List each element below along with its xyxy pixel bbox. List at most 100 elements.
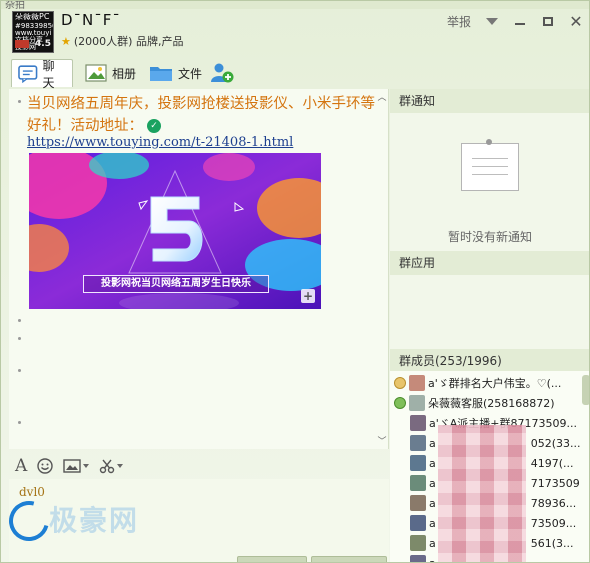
close-button[interactable]: ✕ (569, 12, 583, 31)
send-button[interactable] (311, 556, 387, 562)
photo-icon (85, 64, 107, 82)
input-text: dvl0 (19, 485, 45, 499)
member-name: a (429, 496, 436, 510)
font-button[interactable]: A (15, 456, 27, 476)
message-bullet (18, 421, 21, 424)
promo-banner-image[interactable]: 投影网祝当贝网络五周岁生日快乐 + (29, 153, 321, 309)
expand-image-icon[interactable]: + (301, 289, 315, 303)
qq-group-chat-window: 杂拍 朵薇薇PC #98339856 www.touyi 文档分享 投影网 4.… (0, 0, 590, 563)
board-line (472, 174, 508, 175)
message-input[interactable]: dvl0 极豪网 (1, 479, 389, 562)
avatar-text-line: 朵薇薇PC (15, 13, 50, 21)
message-text: 当贝网络五周年庆，投影网抢楼送投影仪、小米手环等好礼！活动地址： ✓ (27, 93, 377, 137)
apps-header: 群应用 (390, 251, 589, 275)
chat-message-area[interactable]: 当贝网络五周年庆，投影网抢楼送投影仪、小米手环等好礼！活动地址： ✓ https:… (9, 89, 389, 449)
close-chat-button[interactable] (237, 556, 307, 562)
tab-chat[interactable]: 聊天 (11, 59, 73, 90)
chevron-down-icon (83, 464, 90, 468)
board-line (472, 166, 508, 167)
watermark: 极豪网 (49, 504, 140, 537)
minimize-button[interactable] (513, 15, 527, 29)
avatar (409, 395, 425, 411)
avatar-number: 4.5 (35, 39, 51, 49)
message-bullet (18, 369, 21, 372)
avatar-red-badge (15, 40, 29, 48)
message-bullet (18, 337, 21, 340)
owner-icon (394, 377, 406, 389)
member-name: a (429, 456, 436, 470)
tab-album[interactable]: 相册 (79, 59, 142, 87)
board-pin (486, 139, 492, 145)
font-icon: A (15, 456, 28, 476)
message-bullet (18, 100, 21, 103)
tab-bar: 聊天 相册 文件 (1, 57, 589, 90)
members-scrollbar[interactable] (582, 375, 589, 405)
avatar (410, 415, 426, 431)
avatar (410, 535, 426, 551)
close-icon: ✕ (569, 12, 583, 31)
tab-label: 相册 (112, 66, 137, 81)
member-suffix: 561(3... (530, 536, 574, 550)
scroll-down-arrow[interactable]: ﹀ (376, 437, 388, 447)
member-suffix: 78936... (530, 496, 577, 510)
board-line (472, 158, 508, 159)
scissors-icon (100, 459, 115, 474)
tab-label: 文件 (178, 66, 203, 81)
maximize-button[interactable] (541, 15, 555, 29)
group-meta-text: (2000人群) 品牌,产品 (73, 35, 184, 48)
emoji-button[interactable] (37, 458, 53, 474)
screenshot-button[interactable] (99, 458, 124, 474)
title-bar: 朵薇薇PC #98339856 www.touyi 文档分享 投影网 4.5 D… (1, 7, 589, 57)
member-name: a (429, 516, 436, 530)
members-header: 群成员(253/1996) (390, 349, 589, 373)
notice-header: 群通知 (390, 89, 589, 113)
activity-link[interactable]: https://www.touying.com/t-21408-1.html (27, 135, 293, 150)
add-member-icon (211, 63, 234, 83)
member-name: a (429, 536, 436, 550)
banner-caption: 投影网祝当贝网络五周岁生日快乐 (83, 275, 269, 293)
member-row[interactable]: 朵薇薇客服(258168872) (390, 393, 580, 413)
chevron-down-icon (117, 464, 124, 468)
mosaic-blur-overlay (438, 425, 526, 562)
image-button[interactable] (63, 459, 90, 473)
tab-files[interactable]: 文件 (143, 59, 208, 87)
members-list[interactable]: a'ゞ群排名大户伟宝。♡(... 朵薇薇客服(258168872) a'ゞA派主… (390, 371, 589, 563)
dropdown-button[interactable] (485, 15, 499, 29)
group-meta: ★ (2000人群) 品牌,产品 (61, 33, 183, 49)
message-bullet (18, 319, 21, 322)
member-name: a (429, 476, 436, 490)
notice-body: 暂时没有新通知 (390, 113, 589, 251)
chevron-down-icon (486, 18, 498, 25)
maximize-icon (543, 17, 553, 26)
no-notice-text: 暂时没有新通知 (447, 230, 532, 244)
tab-label: 聊天 (42, 58, 55, 90)
verified-icon: ✓ (147, 119, 161, 133)
group-name[interactable]: D¯N¯F¯ (61, 11, 121, 29)
member-row[interactable]: a'ゞ群排名大户伟宝。♡(... (390, 373, 580, 393)
member-suffix: 4197(... (530, 456, 574, 470)
image-icon (63, 459, 81, 473)
avatar (410, 495, 426, 511)
avatar (410, 555, 426, 562)
input-toolbar: A (9, 453, 389, 479)
group-avatar[interactable]: 朵薇薇PC #98339856 www.touyi 文档分享 投影网 4.5 (12, 11, 54, 53)
minimize-icon (515, 22, 525, 25)
member-name: a (429, 556, 436, 563)
star-icon: ★ (61, 34, 71, 48)
folder-icon (150, 67, 172, 81)
report-button[interactable]: 举报 (447, 13, 471, 30)
chat-icon (18, 64, 38, 83)
emoji-icon (37, 458, 53, 474)
member-name: a'ゞ群排名大户伟宝。♡(... (428, 377, 562, 390)
member-name: a (429, 436, 436, 450)
window-controls: 举报 ✕ (447, 12, 583, 31)
avatar (409, 375, 425, 391)
notice-board-icon (461, 143, 519, 191)
member-suffix: 052(33... (530, 436, 580, 450)
avatar (410, 455, 426, 471)
scroll-up-arrow[interactable]: ︿ (376, 93, 388, 103)
right-side-panel: 群通知 暂时没有新通知 群应用 群成员(253/1996) a'ゞ群排名大户伟宝… (390, 89, 589, 563)
member-name: 朵薇薇客服(258168872) (428, 397, 555, 410)
member-suffix: 7173509... (530, 476, 580, 490)
tab-add-member[interactable] (203, 59, 241, 87)
